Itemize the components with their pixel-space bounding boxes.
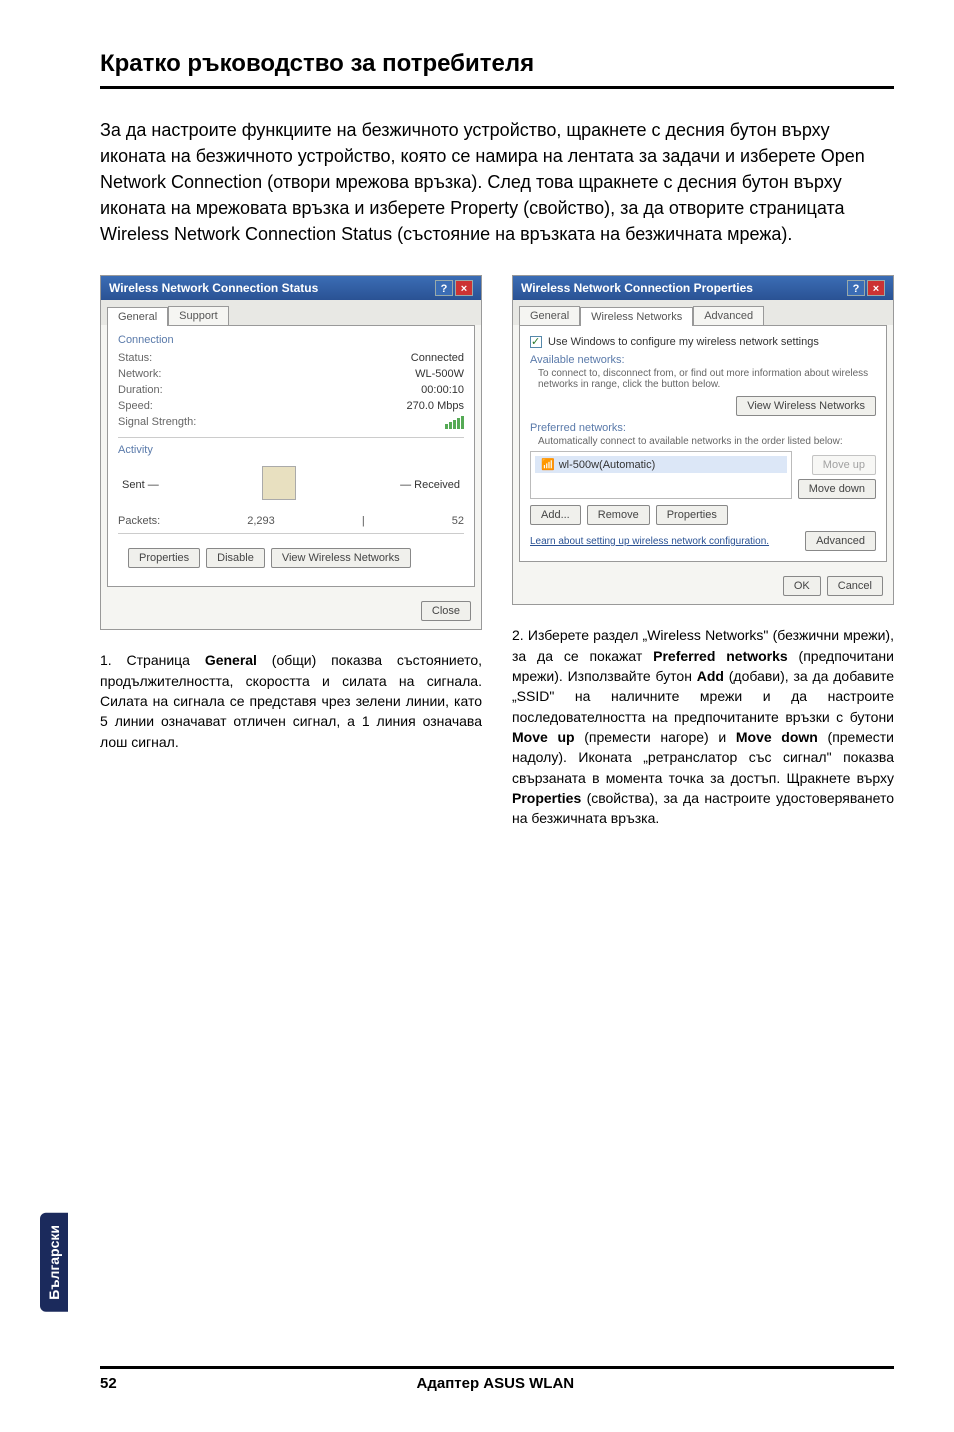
dialog-footer: Close <box>101 593 481 629</box>
tab-general[interactable]: General <box>107 307 168 326</box>
move-down-button[interactable]: Move down <box>798 479 876 499</box>
received-label: — Received <box>400 479 460 491</box>
right-column: Wireless Network Connection Properties ?… <box>512 275 894 828</box>
activity-group-label: Activity <box>118 444 464 456</box>
divider <box>118 437 464 438</box>
packets-received: 52 <box>452 515 464 527</box>
footer-title: Адаптер ASUS WLAN <box>417 1375 575 1392</box>
properties-button[interactable]: Properties <box>128 548 200 568</box>
antenna-icon: 📶 <box>541 458 555 471</box>
window-buttons: ? × <box>435 280 473 296</box>
cancel-button[interactable]: Cancel <box>827 576 883 596</box>
help-icon[interactable]: ? <box>435 280 453 296</box>
right-caption: 2. Изберете раздел „Wireless Networks" (… <box>512 625 894 828</box>
dialog-panel: Use Windows to configure my wireless net… <box>519 325 887 562</box>
divider <box>118 533 464 534</box>
page-title: Кратко ръководство за потребителя <box>100 50 894 78</box>
use-windows-label: Use Windows to configure my wireless net… <box>548 336 819 348</box>
list-item[interactable]: 📶 wl-500w(Automatic) <box>535 456 787 473</box>
left-caption: 1. Страница General (общи) показва състо… <box>100 650 482 751</box>
properties-dialog-screenshot: Wireless Network Connection Properties ?… <box>512 275 894 605</box>
tab-advanced[interactable]: Advanced <box>693 306 764 325</box>
speed-value: 270.0 Mbps <box>407 400 464 412</box>
titlebar: Wireless Network Connection Status ? × <box>101 276 481 300</box>
status-value: Connected <box>411 352 464 364</box>
dialog-panel: Connection Status: Connected Network: WL… <box>107 325 475 587</box>
add-button[interactable]: Add... <box>530 505 581 525</box>
window-title: Wireless Network Connection Status <box>109 281 318 295</box>
ok-button[interactable]: OK <box>783 576 821 596</box>
activity-row: Sent — — Received <box>118 460 464 509</box>
view-wireless-button[interactable]: View Wireless Networks <box>736 396 876 416</box>
preferred-help-text: Automatically connect to available netwo… <box>530 434 876 451</box>
network-name: wl-500w(Automatic) <box>555 459 781 471</box>
close-button[interactable]: Close <box>421 601 471 621</box>
tab-general[interactable]: General <box>519 306 580 325</box>
order-buttons: Move up Move down <box>798 455 876 499</box>
speed-row: Speed: 270.0 Mbps <box>118 398 464 414</box>
window-buttons: ? × <box>847 280 885 296</box>
window-title: Wireless Network Connection Properties <box>521 281 753 295</box>
view-networks-button[interactable]: View Wireless Networks <box>271 548 411 568</box>
signal-row: Signal Strength: <box>118 414 464 431</box>
activity-icon <box>262 466 296 503</box>
available-networks-label: Available networks: <box>530 354 876 366</box>
properties-button[interactable]: Properties <box>656 505 728 525</box>
tab-strip: General Support <box>101 300 481 325</box>
page-footer: 52 Адаптер ASUS WLAN <box>100 1366 894 1392</box>
sent-label: Sent — <box>122 479 159 491</box>
duration-value: 00:00:10 <box>421 384 464 396</box>
page-number: 52 <box>100 1375 117 1392</box>
network-row: Network: WL-500W <box>118 366 464 382</box>
signal-bars-icon <box>445 416 464 429</box>
available-help-text: To connect to, disconnect from, or find … <box>530 366 876 394</box>
close-icon[interactable]: × <box>455 280 473 296</box>
network-value: WL-500W <box>415 368 464 380</box>
remove-button[interactable]: Remove <box>587 505 650 525</box>
disable-button[interactable]: Disable <box>206 548 265 568</box>
dialog-footer: OK Cancel <box>513 568 893 604</box>
footer-rule <box>100 1366 894 1369</box>
packets-row: Packets: 2,293 | 52 <box>118 509 464 527</box>
checkbox-icon[interactable] <box>530 336 542 348</box>
duration-label: Duration: <box>118 384 163 396</box>
preferred-networks-list[interactable]: 📶 wl-500w(Automatic) <box>530 451 792 499</box>
speed-label: Speed: <box>118 400 153 412</box>
advanced-button[interactable]: Advanced <box>805 531 876 551</box>
button-row: Properties Disable View Wireless Network… <box>118 540 464 576</box>
preferred-networks-label: Preferred networks: <box>530 422 876 434</box>
close-icon[interactable]: × <box>867 280 885 296</box>
use-windows-checkbox-row: Use Windows to configure my wireless net… <box>530 334 876 354</box>
list-buttons: Add... Remove Properties <box>530 499 876 527</box>
connection-group-label: Connection <box>118 334 464 346</box>
two-column-layout: Wireless Network Connection Status ? × G… <box>100 275 894 828</box>
status-dialog-screenshot: Wireless Network Connection Status ? × G… <box>100 275 482 630</box>
move-up-button[interactable]: Move up <box>812 455 876 475</box>
network-label: Network: <box>118 368 161 380</box>
learn-link[interactable]: Learn about setting up wireless network … <box>530 536 769 547</box>
tab-support[interactable]: Support <box>168 306 229 325</box>
view-row: View Wireless Networks <box>530 394 876 422</box>
signal-label: Signal Strength: <box>118 416 196 429</box>
titlebar: Wireless Network Connection Properties ?… <box>513 276 893 300</box>
status-row: Status: Connected <box>118 350 464 366</box>
status-label: Status: <box>118 352 152 364</box>
intro-paragraph: За да настроите функциите на безжичното … <box>100 117 894 247</box>
help-icon[interactable]: ? <box>847 280 865 296</box>
left-column: Wireless Network Connection Status ? × G… <box>100 275 482 828</box>
tab-wireless-networks[interactable]: Wireless Networks <box>580 307 693 326</box>
packets-label: Packets: <box>118 515 160 527</box>
language-side-tab: Български <box>40 1213 68 1312</box>
packets-sent: 2,293 <box>247 515 275 527</box>
duration-row: Duration: 00:00:10 <box>118 382 464 398</box>
header-rule <box>100 86 894 89</box>
tab-strip: General Wireless Networks Advanced <box>513 300 893 325</box>
